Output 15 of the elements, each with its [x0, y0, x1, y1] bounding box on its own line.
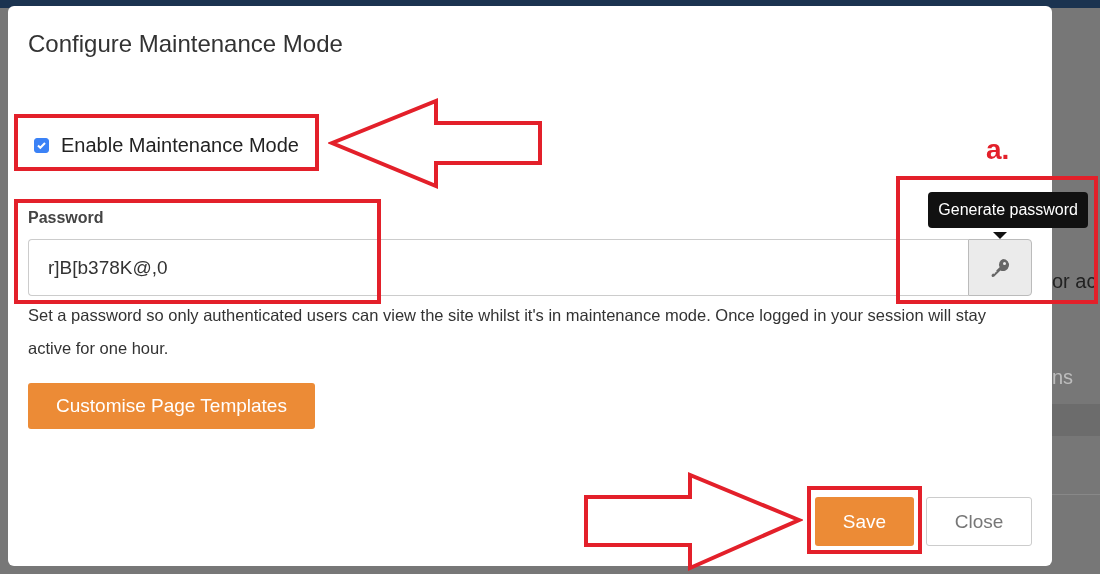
key-icon — [989, 256, 1011, 279]
annotation-label: a. — [986, 134, 1010, 166]
close-button[interactable]: Close — [926, 497, 1032, 546]
password-field[interactable]: r]B[b378K@,0 — [28, 239, 968, 296]
save-button[interactable]: Save — [815, 497, 914, 546]
background-text: ns — [1052, 366, 1074, 389]
checkmark-icon — [36, 140, 47, 151]
checkbox[interactable] — [34, 138, 49, 153]
tooltip-arrow — [993, 232, 1007, 239]
tooltip: Generate password — [928, 192, 1088, 228]
checkbox-label: Enable Maintenance Mode — [61, 134, 299, 157]
help-text: Set a password so only authenticated users can view the site whilst it's in maintenance mode. Once logged in your session will stay active for one hour. — [28, 305, 987, 359]
customise-templates-button[interactable]: Customise Page Templates — [28, 383, 315, 429]
generate-password-button[interactable] — [968, 239, 1032, 296]
dialog-title: Configure Maintenance Mode — [28, 30, 344, 58]
